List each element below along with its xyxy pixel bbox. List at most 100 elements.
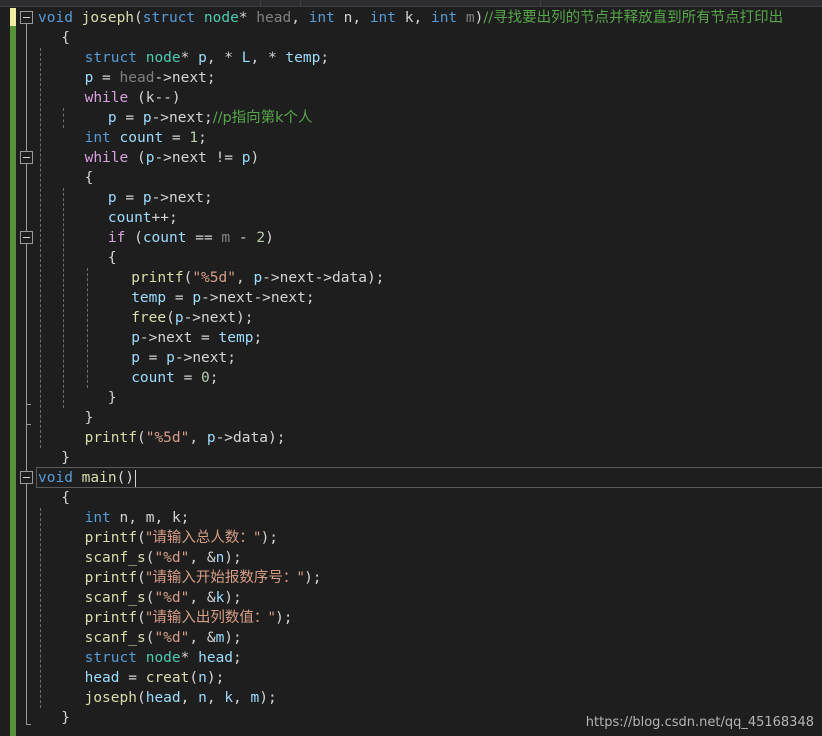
code-token-var: p [174, 310, 184, 326]
code-line[interactable]: void joseph(struct node* head, int n, in… [0, 8, 783, 28]
code-token-pun: , [154, 510, 172, 526]
code-token-pun [111, 130, 120, 146]
editor-text-area[interactable]: void joseph(struct node* head, int n, in… [0, 7, 822, 736]
code-token-num: 1 [189, 130, 199, 146]
code-line[interactable]: { [0, 488, 70, 508]
code-token-kw: int [84, 510, 111, 526]
code-token-dim: head [119, 70, 155, 86]
code-token-pun: * [180, 650, 199, 666]
code-token-var: p [131, 350, 140, 366]
code-line[interactable]: head = creat(n); [0, 668, 225, 688]
code-token-num: 0 [201, 370, 210, 386]
code-line[interactable]: count++; [0, 208, 178, 228]
code-token-pun: , & [189, 550, 216, 566]
code-token-pun [457, 10, 466, 26]
code-line[interactable]: p->next = temp; [0, 328, 262, 348]
code-token-var: p [107, 110, 117, 126]
code-line[interactable]: p = p->next; [0, 348, 236, 368]
code-line[interactable]: p = p->next; [0, 188, 213, 208]
code-line[interactable]: joseph(head, n, k, m); [0, 688, 277, 708]
code-line[interactable]: } [0, 388, 117, 408]
code-token-var: p [192, 290, 202, 306]
code-token-var: temp [131, 290, 167, 306]
code-token-var: p [198, 50, 207, 66]
code-line[interactable]: } [0, 448, 70, 468]
code-line[interactable]: { [0, 248, 117, 268]
code-line-content: } [0, 708, 70, 728]
code-line-content: void joseph(struct node* head, int n, in… [0, 8, 783, 28]
code-line[interactable]: p = p->next;//p指向第k个人 [0, 108, 313, 128]
code-line-content: while (p->next != p) [0, 148, 260, 168]
code-token-pun: = [192, 330, 219, 346]
code-line[interactable]: int count = 1; [0, 128, 207, 148]
code-token-pun: ); [275, 610, 293, 626]
code-line-content: free(p->next); [0, 308, 253, 328]
code-line[interactable]: } [0, 408, 94, 428]
code-token-var: head [198, 650, 234, 666]
code-line[interactable]: p = head->next; [0, 68, 216, 88]
code-token-pun: ; [233, 650, 242, 666]
code-line[interactable]: { [0, 28, 70, 48]
code-line[interactable]: int n, m, k; [0, 508, 190, 528]
code-token-pun: -> [139, 330, 158, 346]
code-token-fn: scanf_s [84, 630, 146, 646]
code-token-pun: ); [267, 430, 286, 446]
code-token-pun: ; [253, 330, 263, 346]
code-line-content: printf("%5d", p->next->data); [0, 268, 384, 288]
code-line[interactable]: printf("请输入总人数："); [0, 528, 278, 548]
tab-separator [540, 0, 541, 7]
code-token-pun: , * [206, 50, 242, 66]
code-line[interactable]: void main() [0, 468, 134, 488]
code-token-pun: ); [224, 590, 242, 606]
code-token-kw: void [38, 10, 73, 26]
code-line[interactable]: printf("%5d", p->data); [0, 428, 286, 448]
code-token-pun: -> [314, 270, 333, 286]
code-token-pun: - [230, 230, 257, 246]
code-token-fn: free [131, 310, 167, 326]
code-line[interactable]: if (count == m - 2) [0, 228, 274, 248]
code-line-content: } [0, 448, 70, 468]
code-token-var: p [253, 270, 263, 286]
code-line[interactable]: struct node* p, * L, * temp; [0, 48, 329, 68]
code-token-fn: creat [145, 670, 190, 686]
code-line[interactable]: printf("%5d", p->next->data); [0, 268, 384, 288]
code-token-var: n [198, 670, 207, 686]
code-token-pun: data [233, 430, 268, 446]
editor-tab-strip[interactable] [0, 0, 822, 7]
code-line[interactable]: scanf_s("%d", &m); [0, 628, 242, 648]
code-line[interactable]: while (k--) [0, 88, 181, 108]
code-line[interactable]: { [0, 168, 94, 188]
code-line[interactable]: free(p->next); [0, 308, 253, 328]
code-line[interactable]: scanf_s("%d", &k); [0, 588, 242, 608]
code-token-dim: head [256, 10, 292, 26]
code-token-pun: next [279, 270, 315, 286]
code-line[interactable]: count = 0; [0, 368, 218, 388]
code-token-pun [73, 10, 82, 26]
code-token-pun: , [206, 690, 225, 706]
tab-separator [260, 0, 261, 7]
code-line[interactable]: while (p->next != p) [0, 148, 260, 168]
code-line[interactable]: scanf_s("%d", &n); [0, 548, 242, 568]
code-token-pun: * [238, 10, 257, 26]
code-token-pun: -> [215, 430, 234, 446]
code-line[interactable]: struct node* head; [0, 648, 242, 668]
code-token-pun: * [180, 50, 199, 66]
code-token-str: "请输入开始报数序号：" [145, 570, 305, 586]
code-token-var: p [206, 430, 216, 446]
code-token-pun: -> [151, 110, 170, 126]
code-line[interactable]: } [0, 708, 70, 728]
code-token-pun: -> [151, 190, 170, 206]
code-line-content: printf("请输入开始报数序号："); [0, 568, 322, 588]
code-line[interactable]: printf("请输入开始报数序号："); [0, 568, 322, 588]
code-token-pun: -> [201, 290, 219, 306]
code-token-dim: m [465, 10, 475, 26]
code-token-kw: int [308, 10, 335, 26]
code-token-pun [73, 470, 82, 486]
code-token-str: "%d" [154, 590, 190, 606]
code-line[interactable]: temp = p->next->next; [0, 288, 314, 308]
code-token-pun: ; [206, 70, 216, 86]
code-line[interactable]: printf("请输入出列数值："); [0, 608, 293, 628]
code-token-var: temp [218, 330, 254, 346]
code-token-fn: joseph [84, 690, 137, 706]
code-token-pun: -> [253, 290, 271, 306]
